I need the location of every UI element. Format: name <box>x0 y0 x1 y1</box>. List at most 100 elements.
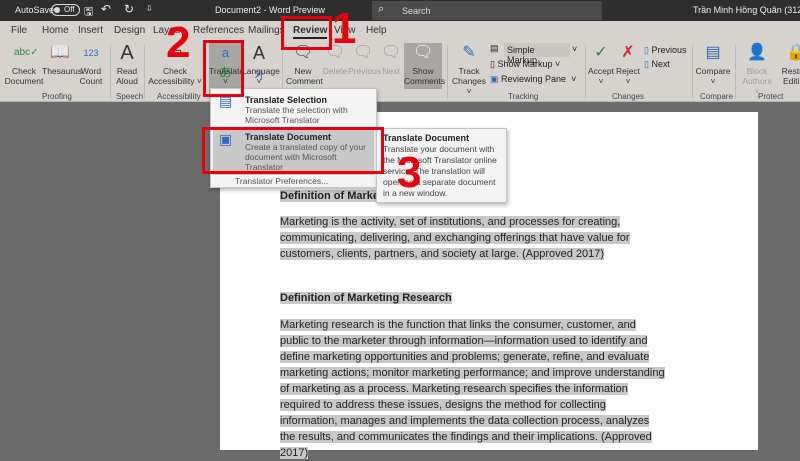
reviewing-pane-button[interactable]: ▣ Reviewing Pane ˅ <box>490 74 576 85</box>
accept-button[interactable]: ✓ Accept ˅ <box>588 43 614 86</box>
translate-selection-icon: ▤ <box>219 93 233 109</box>
block-authors-button[interactable]: 👤 Block Authors ˅ <box>739 43 775 96</box>
language-icon: A가 <box>252 43 265 82</box>
tooltip-title: Translate Document <box>383 133 470 143</box>
read-aloud-icon: A <box>120 42 134 64</box>
track-changes-button[interactable]: ✎ Track Changes ˅ <box>450 43 488 96</box>
label: Track Changes <box>451 66 487 86</box>
track-changes-icon: ✎ <box>462 44 476 61</box>
markup-display-dropdown[interactable]: ▤ Simple Markup ˅ <box>490 43 580 65</box>
label: Previous <box>348 66 382 76</box>
label: Language <box>242 66 280 76</box>
document-title: Document2 - Word Preview <box>215 5 325 15</box>
next-comment-icon: 🗨 <box>381 44 402 61</box>
user-name[interactable]: Trần Minh Hồng Quân (3120102 <box>693 5 800 15</box>
paragraph-text: Marketing research is the function that … <box>280 319 665 459</box>
divider <box>585 45 586 99</box>
label: Word Count <box>79 66 103 86</box>
menu-item-translator-preferences[interactable]: Translator Preferences... <box>213 173 374 189</box>
markup-value: Simple Markup <box>504 43 570 65</box>
spellcheck-icon: abc✓ <box>14 47 39 58</box>
tab-insert[interactable]: Insert <box>78 25 103 36</box>
lock-icon: 🔒 <box>786 44 800 61</box>
tab-home[interactable]: Home <box>42 25 69 36</box>
heading-text: Definition of Marketing Research <box>280 292 452 304</box>
tab-help[interactable]: Help <box>366 25 387 36</box>
label: Delete <box>322 66 348 76</box>
highlight-translate-document <box>202 127 384 174</box>
show-markup-button[interactable]: ▯ Show Markup ˅ <box>490 59 560 70</box>
ribbon: abc✓ Check Document 📖 Thesaurus 123 Word Co… <box>0 41 800 102</box>
menu-item-translate-selection[interactable]: ▤ Translate Selection Translate the selec… <box>213 92 374 128</box>
highlight-translate-button <box>203 40 244 97</box>
reviewing-pane-icon: ▣ <box>490 74 502 84</box>
search-icon: ⌕ <box>378 3 385 15</box>
divider <box>144 45 145 99</box>
step-2-label: 2 <box>166 18 191 67</box>
tab-references[interactable]: References <box>193 25 244 36</box>
group-speech: Speech <box>116 92 144 101</box>
reject-button[interactable]: ✗ Reject ˅ <box>615 43 641 86</box>
check-document-button[interactable]: abc✓ Check Document <box>4 43 44 86</box>
ribbon-tabs: File Home Insert Design Layout Reference… <box>0 21 800 41</box>
accept-icon: ✓ <box>594 44 608 61</box>
label: Check Accessibility <box>148 66 195 86</box>
item-desc: Translate the selection with Microsoft T… <box>245 105 348 125</box>
restrict-editing-button[interactable]: 🔒 Restrict Editing <box>776 43 800 86</box>
group-tracking: Tracking <box>508 92 539 101</box>
label: Read Aloud <box>116 66 138 86</box>
label: Restrict Editing <box>781 66 800 86</box>
redo-icon[interactable]: ↻ <box>124 2 134 16</box>
label: Block Authors <box>742 66 772 86</box>
group-accessibility: Accessibility <box>157 92 201 101</box>
previous-change-button[interactable]: ▯ Previous <box>644 45 686 56</box>
label: Show Comments <box>404 66 446 86</box>
book-icon: 📖 <box>50 44 70 61</box>
search-box[interactable]: ⌕ Search <box>372 1 602 20</box>
divider <box>692 45 693 99</box>
label: Show Markup <box>497 59 553 69</box>
next-change-button[interactable]: ▯ Next <box>644 59 670 70</box>
read-aloud-button[interactable]: A Read Aloud <box>113 43 141 86</box>
label: Thesaurus <box>42 66 83 76</box>
autosave-toggle[interactable]: Off <box>51 4 80 16</box>
divider <box>110 45 111 99</box>
label: Compare <box>695 66 731 76</box>
tab-file[interactable]: File <box>11 25 27 36</box>
label: Reject <box>615 66 641 76</box>
block-authors-icon: 👤 <box>747 44 767 61</box>
language-button[interactable]: A가 Language ˅ <box>242 43 280 86</box>
save-icon[interactable]: 🖫 <box>84 3 93 22</box>
word-count-icon: 123 <box>83 48 99 58</box>
markup-icon: ▤ <box>490 43 499 53</box>
divider <box>447 45 448 99</box>
highlight-review-tab <box>281 16 332 50</box>
step-3-label: 3 <box>397 148 422 197</box>
word-count-button[interactable]: 123 Word Count <box>78 43 104 86</box>
show-comments-icon: 🗨 <box>413 44 434 61</box>
compare-icon: ▤ <box>705 44 721 61</box>
tab-design[interactable]: Design <box>114 25 145 36</box>
label: Next <box>651 59 670 69</box>
divider <box>735 45 736 99</box>
label: Next <box>382 66 400 76</box>
group-proofing: Proofing <box>42 92 72 101</box>
chevron-down-icon: ˅ <box>572 44 578 54</box>
show-comments-button[interactable]: 🗨 Show Comments <box>404 43 446 89</box>
reject-icon: ✗ <box>621 44 635 61</box>
search-placeholder: Search <box>402 6 431 16</box>
label: Check Document <box>4 66 44 86</box>
thesaurus-button[interactable]: 📖 Thesaurus <box>42 43 82 76</box>
label: New Comment <box>286 66 323 86</box>
compare-button[interactable]: ▤ Compare ˅ <box>695 43 731 86</box>
group-compare: Compare <box>700 92 733 101</box>
next-comment-button[interactable]: 🗨 Next <box>380 43 402 76</box>
paragraph-marketing: Marketing is the activity, set of instit… <box>280 214 666 262</box>
paragraph-text: Marketing is the activity, set of instit… <box>280 216 630 260</box>
customize-qat-icon[interactable]: ⇩ <box>146 4 153 13</box>
tab-mailings[interactable]: Mailings <box>248 25 285 36</box>
title-bar: AutoSave Off 🖫 ↶ ↻ ⇩ Document2 - Word Pr… <box>0 0 800 21</box>
label: Reviewing Pane <box>501 74 567 84</box>
item-title: Translate Selection <box>245 95 328 105</box>
undo-icon[interactable]: ↶ <box>101 2 111 16</box>
